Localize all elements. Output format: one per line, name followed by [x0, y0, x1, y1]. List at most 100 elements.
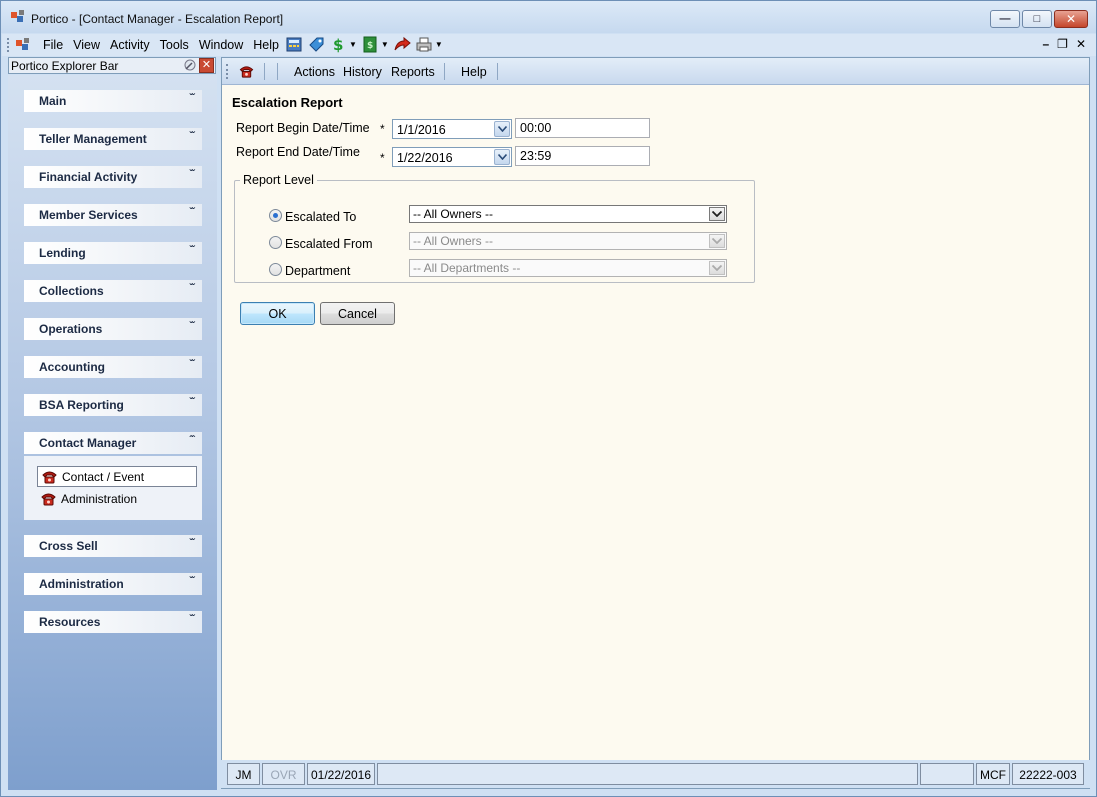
calculator-icon[interactable]: [285, 36, 303, 53]
ok-button[interactable]: OK: [240, 302, 315, 325]
menu-history[interactable]: History: [343, 65, 382, 79]
nav-administration[interactable]: Administration: [37, 489, 197, 510]
begin-time-input[interactable]: 00:00: [515, 118, 650, 138]
group-member-services[interactable]: Member Services ˇˇ: [24, 204, 202, 226]
report-level-group: Report Level Escalated To -- All Owners …: [234, 173, 755, 283]
group-operations[interactable]: Operations ˇˇ: [24, 318, 202, 340]
app-window: Portico - [Contact Manager - Escalation …: [0, 0, 1097, 797]
svg-text:$: $: [333, 36, 343, 53]
chevron-down-icon[interactable]: ˇˇ: [189, 321, 195, 332]
group-administration[interactable]: Administration ˇˇ: [24, 573, 202, 595]
mdi-restore-icon[interactable]: ❐: [1057, 37, 1068, 51]
department-label[interactable]: Department: [285, 264, 350, 278]
title-bar: Portico - [Contact Manager - Escalation …: [1, 1, 1096, 33]
toolbar-grip-icon[interactable]: [226, 64, 229, 79]
chevron-down-icon[interactable]: ˇˇ: [189, 359, 195, 370]
chevron-down-icon[interactable]: [709, 261, 725, 275]
chevron-down-icon[interactable]: ˇˇ: [189, 538, 195, 549]
chevron-down-icon[interactable]: ˇˇ: [189, 169, 195, 180]
escalated-to-value: -- All Owners --: [413, 207, 494, 221]
printer-icon[interactable]: [415, 36, 433, 53]
dollar-dropdown-icon[interactable]: ▼: [349, 40, 357, 49]
forward-arrow-icon[interactable]: [393, 36, 411, 53]
group-bsa-reporting[interactable]: BSA Reporting ˇˇ: [24, 394, 202, 416]
menu-actions[interactable]: Actions: [294, 65, 335, 79]
end-time-input[interactable]: 23:59: [515, 146, 650, 166]
chevron-down-icon[interactable]: ˇˇ: [189, 576, 195, 587]
menu-help-toolbar[interactable]: Help: [461, 65, 487, 79]
chevron-down-icon[interactable]: [709, 234, 725, 248]
group-lending[interactable]: Lending ˇˇ: [24, 242, 202, 264]
pin-icon[interactable]: [183, 59, 197, 72]
portico-menu-icon[interactable]: [16, 38, 32, 52]
nav-item-label: Contact / Event: [62, 470, 145, 484]
escalated-to-label[interactable]: Escalated To: [285, 210, 356, 224]
menu-reports[interactable]: Reports: [391, 65, 435, 79]
group-label: Teller Management: [39, 132, 147, 146]
chevron-down-icon[interactable]: ˇˇ: [189, 283, 195, 294]
group-label: Resources: [39, 615, 101, 629]
chevron-down-icon[interactable]: [494, 149, 510, 165]
department-select[interactable]: -- All Departments --: [409, 259, 727, 277]
chevron-down-icon[interactable]: ˇˇ: [189, 245, 195, 256]
mdi-close-icon[interactable]: ✕: [1076, 37, 1086, 51]
nav-contact-event[interactable]: Contact / Event: [37, 466, 197, 487]
printer-dropdown-icon[interactable]: ▼: [435, 40, 443, 49]
status-code: 22222-003: [1012, 763, 1084, 785]
group-main[interactable]: Main ˇˇ: [24, 90, 202, 112]
tag-icon[interactable]: [307, 36, 325, 53]
svg-text:$: $: [367, 41, 373, 51]
group-collections[interactable]: Collections ˇˇ: [24, 280, 202, 302]
menu-tools[interactable]: Tools: [155, 37, 194, 53]
group-cross-sell[interactable]: Cross Sell ˇˇ: [24, 535, 202, 557]
menu-items: File View Activity Tools Window Help: [38, 37, 284, 53]
required-marker: *: [380, 151, 385, 165]
group-label: BSA Reporting: [39, 398, 124, 412]
chevron-down-icon[interactable]: ˇˇ: [189, 131, 195, 142]
chevron-down-icon[interactable]: ˇˇ: [189, 614, 195, 625]
phone-icon: [41, 493, 56, 506]
menu-activity[interactable]: Activity: [105, 37, 155, 53]
money-dropdown-icon[interactable]: ▼: [381, 40, 389, 49]
department-value: -- All Departments --: [413, 261, 521, 275]
menu-view[interactable]: View: [68, 37, 105, 53]
radio-escalated-from[interactable]: [269, 236, 282, 249]
radio-escalated-to[interactable]: [269, 209, 282, 222]
mdi-minimize-icon[interactable]: –: [1042, 37, 1049, 51]
menu-window[interactable]: Window: [194, 37, 248, 53]
explorer-close-icon[interactable]: ✕: [199, 58, 214, 73]
money-bill-icon[interactable]: $: [361, 36, 379, 53]
dollar-icon[interactable]: $: [329, 36, 347, 53]
begin-date-picker[interactable]: 1/1/2016: [392, 119, 512, 139]
minimize-button[interactable]: —: [990, 10, 1020, 28]
group-resources[interactable]: Resources ˇˇ: [24, 611, 202, 633]
chevron-down-icon[interactable]: ˇˇ: [189, 207, 195, 218]
group-accounting[interactable]: Accounting ˇˇ: [24, 356, 202, 378]
chevron-down-icon[interactable]: ˇˇ: [189, 93, 195, 104]
end-date-picker[interactable]: 1/22/2016: [392, 147, 512, 167]
group-financial-activity[interactable]: Financial Activity ˇˇ: [24, 166, 202, 188]
escalated-from-label[interactable]: Escalated From: [285, 237, 373, 251]
toolbar-separator: [444, 63, 445, 80]
status-blank: [920, 763, 974, 785]
contact-manager-items: Contact / Event Administration: [24, 456, 202, 520]
maximize-button[interactable]: □: [1022, 10, 1052, 28]
menu-grip-icon[interactable]: [7, 38, 10, 52]
escalated-from-select[interactable]: -- All Owners --: [409, 232, 727, 250]
close-button[interactable]: ✕: [1054, 10, 1088, 28]
begin-date-value: 1/1/2016: [397, 123, 446, 137]
chevron-up-icon[interactable]: ˆˆ: [189, 435, 195, 446]
menu-file[interactable]: File: [38, 37, 68, 53]
radio-department[interactable]: [269, 263, 282, 276]
group-label: Contact Manager: [39, 436, 137, 450]
phone-icon[interactable]: [238, 64, 255, 79]
group-teller-management[interactable]: Teller Management ˇˇ: [24, 128, 202, 150]
menu-help[interactable]: Help: [248, 37, 284, 53]
close-icon: ✕: [1065, 12, 1077, 26]
chevron-down-icon[interactable]: ˇˇ: [189, 397, 195, 408]
chevron-down-icon[interactable]: [709, 207, 725, 221]
cancel-button[interactable]: Cancel: [320, 302, 395, 325]
chevron-down-icon[interactable]: [494, 121, 510, 137]
group-contact-manager[interactable]: Contact Manager ˆˆ: [24, 432, 202, 454]
escalated-to-select[interactable]: -- All Owners --: [409, 205, 727, 223]
